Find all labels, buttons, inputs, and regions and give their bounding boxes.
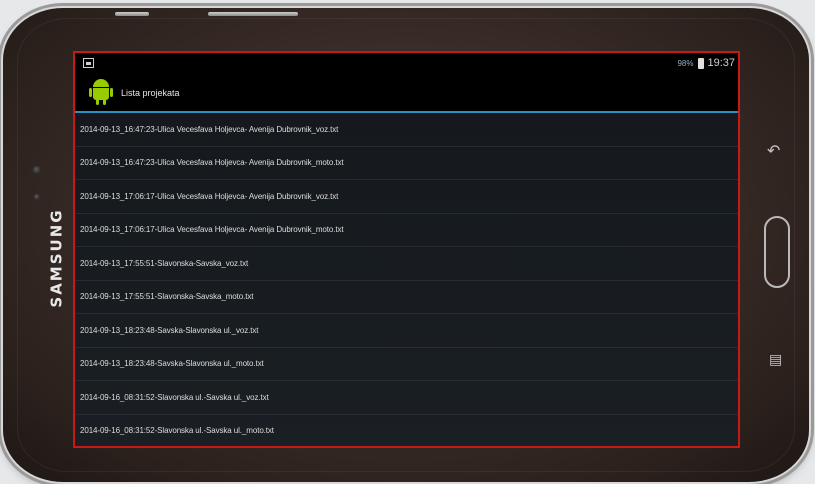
project-file-list: 2014-09-13_16:47:23-Ulica Vecesfava Holj… bbox=[75, 113, 738, 446]
front-camera bbox=[33, 166, 41, 174]
status-bar: 98% 19:37 bbox=[75, 53, 738, 71]
battery-icon bbox=[698, 57, 705, 69]
status-indicators: 98% 19:37 bbox=[677, 56, 735, 70]
list-item[interactable]: 2014-09-13_17:06:17-Ulica Vecesfava Holj… bbox=[75, 180, 738, 214]
list-item[interactable]: 2014-09-16_08:31:52-Slavonska ul.-Savska… bbox=[75, 381, 738, 415]
clock: 19:37 bbox=[707, 57, 735, 69]
action-bar: Lista projekata bbox=[75, 71, 738, 113]
list-item[interactable]: 2014-09-13_18:23:48-Savska-Slavonska ul.… bbox=[75, 348, 738, 381]
list-item[interactable]: 2014-09-13_16:47:23-Ulica Vecesfava Holj… bbox=[75, 113, 738, 147]
battery-percent: 98% bbox=[677, 58, 694, 68]
back-key-icon[interactable]: ↶ bbox=[767, 141, 780, 160]
list-item[interactable]: 2014-09-13_16:47:23-Ulica Vecesfava Holj… bbox=[75, 147, 738, 180]
list-item[interactable]: 2014-09-16_08:31:52-Slavonska ul.-Savska… bbox=[75, 415, 738, 447]
list-item[interactable]: 2014-09-13_18:23:48-Savska-Slavonska ul.… bbox=[75, 314, 738, 348]
power-button[interactable] bbox=[115, 12, 149, 16]
list-item[interactable]: 2014-09-13_17:06:17-Ulica Vecesfava Holj… bbox=[75, 214, 738, 247]
notification-image-icon[interactable] bbox=[83, 58, 94, 68]
volume-button[interactable] bbox=[208, 12, 298, 16]
home-button[interactable] bbox=[764, 216, 790, 288]
list-item[interactable]: 2014-09-13_17:55:51-Slavonska-Savska_mot… bbox=[75, 281, 738, 314]
android-icon[interactable] bbox=[89, 78, 113, 106]
action-bar-title: Lista projekata bbox=[121, 88, 180, 98]
screen: 98% 19:37 Lista projekata 2014-09-13_16:… bbox=[73, 51, 740, 448]
recent-apps-key-icon[interactable]: ▤ bbox=[769, 352, 782, 368]
list-item[interactable]: 2014-09-13_17:55:51-Slavonska-Savska_voz… bbox=[75, 247, 738, 281]
